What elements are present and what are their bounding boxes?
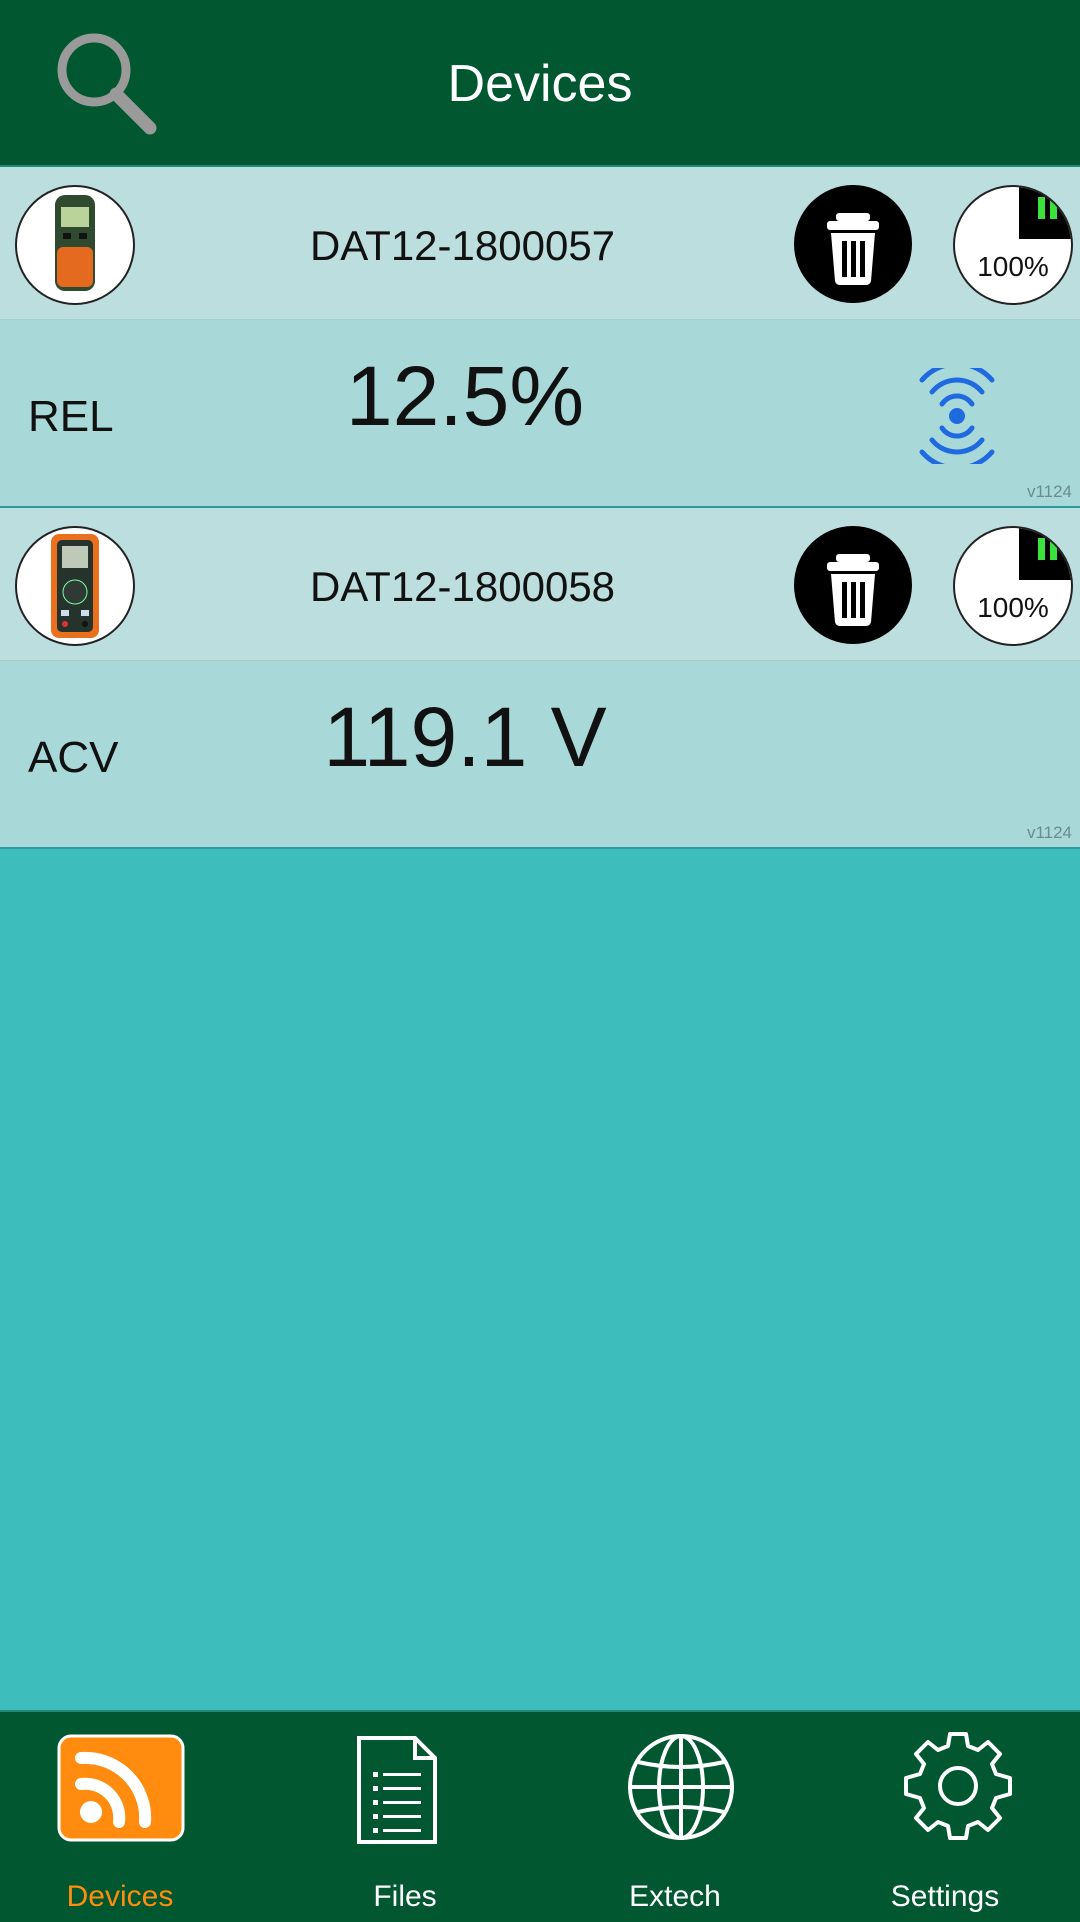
device-reading-panel[interactable]: REL 12.5% v1124 [0, 320, 1080, 508]
delete-device-button[interactable] [794, 185, 912, 303]
page-title: Devices [447, 55, 633, 113]
rss-icon [57, 1734, 185, 1842]
document-list-icon [357, 1736, 437, 1844]
trash-icon [827, 213, 879, 285]
globe-icon [628, 1734, 734, 1840]
tab-label: Extech [629, 1880, 721, 1913]
signal-broadcast-icon [919, 368, 995, 464]
device-card-header[interactable]: DAT12-1800057 100% [0, 167, 1080, 320]
tab-settings[interactable]: Settings [810, 1712, 1080, 1922]
device-card-header[interactable]: DAT12-1800058 100% [0, 508, 1080, 661]
battery-indicator[interactable]: 100% [953, 526, 1073, 646]
pause-button[interactable] [1019, 528, 1071, 580]
tab-label: Settings [890, 1880, 1000, 1913]
pause-button[interactable] [1019, 187, 1071, 239]
device-name: DAT12-1800057 [309, 222, 616, 269]
battery-percentage: 100% [977, 251, 1049, 282]
app-header: Devices [0, 0, 1080, 167]
device-name: DAT12-1800058 [309, 563, 616, 610]
tab-extech[interactable]: Extech [540, 1712, 810, 1922]
tab-devices[interactable]: Devices [0, 1712, 270, 1922]
delete-device-button[interactable] [794, 526, 912, 644]
trash-icon [827, 554, 879, 626]
device-reading-panel[interactable]: ACV 119.1 V v1124 [0, 661, 1080, 849]
tab-label: Devices [66, 1880, 174, 1913]
tab-label: Files [373, 1880, 437, 1913]
gear-icon [904, 1732, 1012, 1840]
pause-icon [1035, 538, 1059, 566]
battery-percentage: 100% [977, 592, 1049, 623]
bottom-tab-bar: Devices Files Extech Settings [0, 1710, 1080, 1922]
firmware-version: v1124 [1026, 482, 1072, 501]
battery-indicator[interactable]: 100% [953, 185, 1073, 305]
pause-icon [1035, 197, 1059, 225]
firmware-version: v1124 [1026, 823, 1072, 842]
measurement-reading: 119.1 V [323, 690, 607, 784]
tab-files[interactable]: Files [270, 1712, 540, 1922]
measurement-reading: 12.5% [345, 349, 585, 443]
